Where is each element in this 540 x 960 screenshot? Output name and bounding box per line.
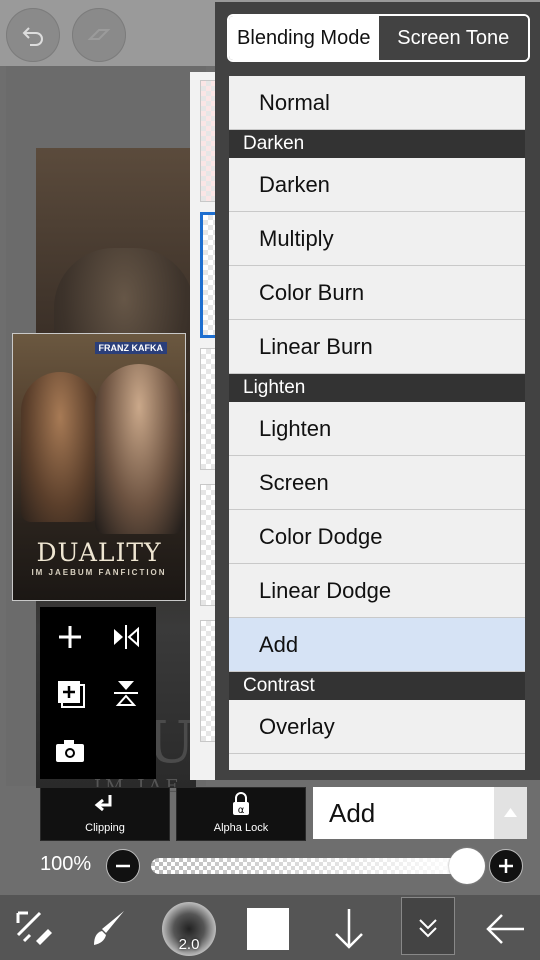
thumbnail-street-sign: FRANZ KAFKA: [94, 342, 167, 354]
undo-icon: [22, 27, 43, 46]
undo-button[interactable]: [6, 8, 60, 62]
brush-tool-button[interactable]: [86, 905, 132, 951]
thumbnail-title: DUALITY: [36, 538, 162, 567]
thumbnail-person-right: [95, 364, 183, 534]
double-chevron-down-icon: [419, 919, 437, 938]
blend-option-darken[interactable]: Darken: [229, 158, 525, 212]
thumbnail-subtitle: IM JAEBUM FANFICTION: [31, 568, 167, 577]
layer-tools-panel: [40, 607, 156, 779]
camera-button[interactable]: [50, 731, 90, 771]
opacity-label: 100%: [40, 853, 92, 875]
blend-option-normal[interactable]: Normal: [229, 76, 525, 130]
clipping-icon: [94, 795, 112, 812]
plus-icon: [499, 859, 513, 873]
blend-mode-popup: Blending Mode Screen Tone Normal Darken …: [215, 2, 540, 780]
section-header-lighten: Lighten: [229, 374, 525, 402]
brush-icon: [94, 911, 124, 945]
thumbnail-person-left: [21, 372, 99, 522]
blend-mode-select[interactable]: Add: [313, 787, 494, 839]
minus-icon: [116, 864, 130, 868]
transform-icon: [16, 911, 52, 945]
opacity-slider[interactable]: [151, 858, 471, 874]
brush-size-value: 2.0: [178, 936, 200, 953]
add-layer-button[interactable]: [50, 617, 90, 657]
brush-size-button[interactable]: 2.0: [162, 902, 216, 956]
section-header-darken: Darken: [229, 130, 525, 158]
back-button[interactable]: [480, 903, 532, 955]
blend-option-overlay[interactable]: Overlay: [229, 700, 525, 754]
blend-option-lighten[interactable]: Lighten: [229, 402, 525, 456]
flip-horizontal-icon: [114, 625, 139, 649]
color-picker-button[interactable]: [247, 908, 289, 950]
tab-blending-mode[interactable]: Blending Mode: [229, 16, 379, 60]
triangle-up-icon: [504, 808, 517, 817]
clipping-label: Clipping: [85, 822, 125, 834]
rotate-layer-button[interactable]: [106, 673, 146, 713]
arrow-down-icon: [335, 909, 363, 949]
blend-mode-list: Normal Darken Darken Multiply Color Burn…: [229, 76, 525, 770]
blend-option-add[interactable]: Add: [229, 618, 525, 672]
blend-option-color-burn[interactable]: Color Burn: [229, 266, 525, 320]
blend-option-linear-dodge[interactable]: Linear Dodge: [229, 564, 525, 618]
arrow-left-icon: [486, 914, 524, 944]
transform-tool-button[interactable]: [10, 905, 56, 951]
svg-text:α: α: [238, 805, 245, 816]
camera-icon: [56, 740, 84, 762]
add-layer-icon: [58, 681, 85, 708]
tab-screen-tone[interactable]: Screen Tone: [378, 16, 528, 60]
blend-mode-dropdown-button[interactable]: [494, 787, 527, 839]
flip-vertical-icon: [114, 681, 138, 706]
navigator-thumbnail[interactable]: FRANZ KAFKA DUALITY IM JAEBUM FANFICTION: [12, 333, 186, 601]
opacity-decrease-button[interactable]: [106, 849, 140, 883]
layer-down-button[interactable]: [326, 903, 372, 955]
eraser-icon: [87, 29, 111, 40]
blend-option-screen[interactable]: Screen: [229, 456, 525, 510]
opacity-increase-button[interactable]: [489, 849, 523, 883]
blend-option-linear-burn[interactable]: Linear Burn: [229, 320, 525, 374]
clipping-button[interactable]: Clipping: [40, 787, 170, 841]
add-image-layer-button[interactable]: [50, 673, 90, 713]
popup-tabs: Blending Mode Screen Tone: [227, 14, 530, 62]
plus-icon: [59, 626, 81, 648]
blend-option-multiply[interactable]: Multiply: [229, 212, 525, 266]
section-header-contrast: Contrast: [229, 672, 525, 700]
eraser-shortcut-button[interactable]: [72, 8, 126, 62]
flip-layer-button[interactable]: [106, 617, 146, 657]
lock-icon: α: [233, 792, 249, 816]
opacity-slider-knob[interactable]: [449, 848, 485, 884]
blend-option-color-dodge[interactable]: Color Dodge: [229, 510, 525, 564]
layer-panel-toggle-button[interactable]: [401, 897, 455, 955]
alpha-lock-button[interactable]: α Alpha Lock: [176, 787, 306, 841]
alpha-lock-label: Alpha Lock: [213, 822, 269, 834]
